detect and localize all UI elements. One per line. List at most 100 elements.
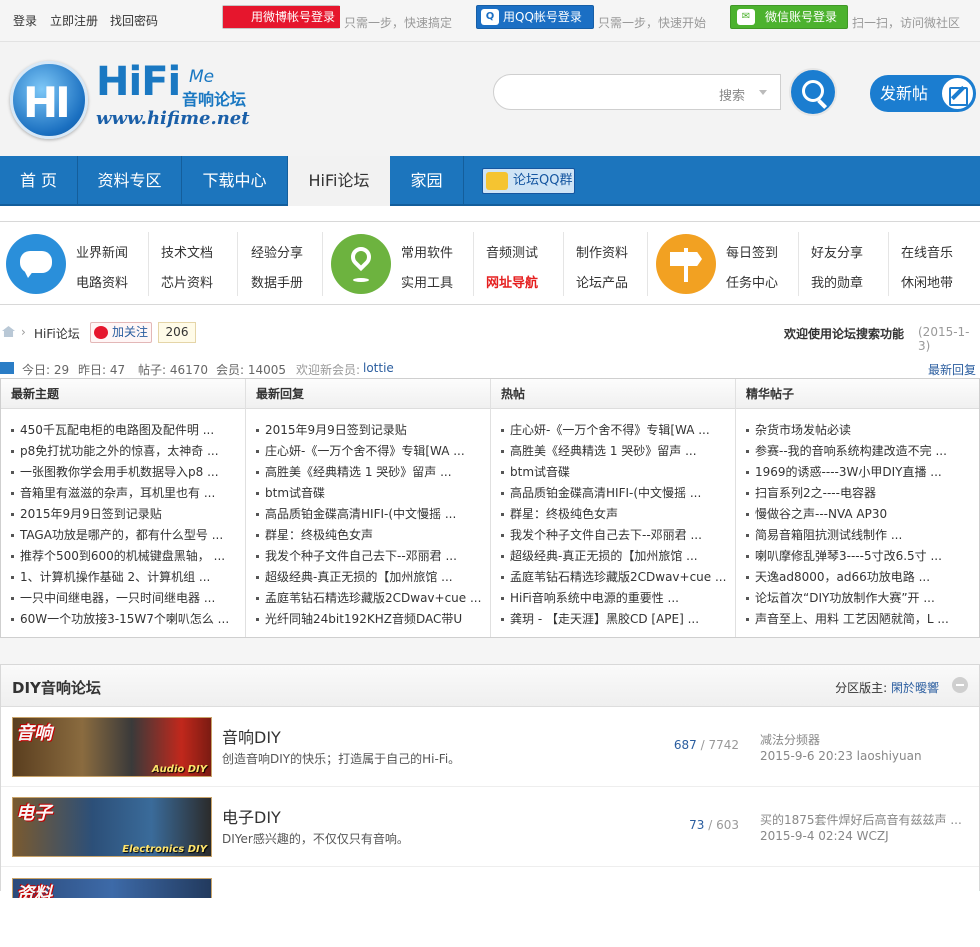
list-item[interactable]: 喇叭摩修乱弹琴3----5寸改6.5寸 ...	[746, 547, 974, 564]
list-item[interactable]: 参赛--我的音响系统构建改造不完 ...	[746, 442, 974, 459]
quick-link-audio-test[interactable]: 音频测试	[486, 242, 538, 261]
list-item[interactable]: 孟庭苇钻石精选珍藏版2CDwav+cue ...	[501, 568, 729, 585]
forum-name[interactable]: 音响DIY	[222, 724, 281, 748]
latest-replies-link[interactable]: 最新回复	[928, 361, 976, 378]
quick-link-datasheets[interactable]: 数据手册	[251, 272, 303, 291]
forum-thumbnail[interactable]: 电子 Electronics DIY	[12, 797, 212, 857]
list-item[interactable]: 杂货市场发帖必读	[746, 421, 974, 438]
login-link[interactable]: 登录	[13, 12, 37, 29]
list-item[interactable]: 论坛首次“DIY功放制作大赛”开 ...	[746, 589, 974, 606]
list-item[interactable]: 天逸ad8000，ad66功放电路 ...	[746, 568, 974, 585]
home-icon[interactable]	[2, 326, 15, 337]
quick-link-leisure[interactable]: 休闲地带	[901, 272, 953, 291]
quick-link-tools[interactable]: 实用工具	[401, 272, 453, 291]
list-item[interactable]: 1、计算机操作基础 2、计算机组 ...	[11, 568, 239, 585]
announcement-link[interactable]: 欢迎使用论坛搜索功能	[784, 325, 904, 342]
weibo-login-button[interactable]: 用微博帐号登录	[222, 5, 340, 29]
nav-home[interactable]: 首 页	[0, 156, 78, 206]
chevron-down-icon[interactable]	[759, 90, 767, 95]
forum-thumbnail[interactable]: 音响 Audio DIY	[12, 717, 212, 777]
forum-thumbnail[interactable]: 资料	[12, 878, 212, 898]
stat-posts: 帖子: 46170	[138, 363, 209, 377]
post-count: 7742	[708, 738, 739, 752]
nav-resources[interactable]: 资料专区	[78, 156, 182, 206]
list-item[interactable]: p8免打扰功能之外的惊喜，太神奇 ...	[11, 442, 239, 459]
column-header: 热帖	[491, 379, 735, 409]
list-item[interactable]: 慢做谷之声---NVA AP30	[746, 505, 974, 522]
list-item[interactable]: 我发个种子文件自己去下--邓丽君 ...	[256, 547, 484, 564]
quick-link-experience[interactable]: 经验分享	[251, 242, 303, 261]
list-item[interactable]: 超级经典-真正无损的【加州旅馆 ...	[501, 547, 729, 564]
nav-downloads[interactable]: 下载中心	[182, 156, 288, 206]
qq-login-button[interactable]: Q 用QQ帐号登录	[476, 5, 594, 29]
thread-count: 73	[689, 818, 705, 832]
list-item[interactable]: 高品质铂金碟高清HIFI-(中文慢摇 ...	[256, 505, 484, 522]
list-item[interactable]: 高胜美《经典精选 1 哭砂》留声 ...	[256, 463, 484, 480]
new-post-button[interactable]: 发新帖	[870, 75, 976, 112]
list-item[interactable]: 高品质铂金碟高清HIFI-(中文慢摇 ...	[501, 484, 729, 501]
quick-link-industry-news[interactable]: 业界新闻	[76, 242, 128, 261]
moderator-name[interactable]: 閑於曖響	[891, 681, 939, 695]
list-item[interactable]: 扫盲系列2之----电容器	[746, 484, 974, 501]
list-item[interactable]: 音箱里有滋滋的杂声，耳机里也有 ...	[11, 484, 239, 501]
list-item[interactable]: 庄心妍-《一万个舍不得》专辑[WA ...	[501, 421, 729, 438]
quick-link-circuits[interactable]: 电路资料	[76, 272, 128, 291]
collapse-icon[interactable]	[952, 677, 968, 693]
recover-password-link[interactable]: 找回密码	[110, 12, 158, 29]
list-item[interactable]: 超级经典-真正无损的【加州旅馆 ...	[256, 568, 484, 585]
quick-link-products[interactable]: 论坛产品	[576, 272, 628, 291]
search-input[interactable]: 搜索	[493, 74, 781, 110]
list-item[interactable]: 1969的诱惑----3W小甲DIY直播 ...	[746, 463, 974, 480]
list-item[interactable]: HiFi音响系统中电源的重要性 ...	[501, 589, 729, 606]
list-item[interactable]: 简易音箱阻抗测试线制作 ...	[746, 526, 974, 543]
quick-link-friends[interactable]: 好友分享	[811, 242, 863, 261]
list-item[interactable]: 光纤同轴24bit192KHZ音频DAC带U	[256, 610, 484, 627]
section-title[interactable]: DIY音响论坛	[12, 677, 101, 698]
quick-link-tasks[interactable]: 任务中心	[726, 272, 778, 291]
quick-link-medals[interactable]: 我的勋章	[811, 272, 863, 291]
list-item[interactable]: 高胜美《经典精选 1 哭砂》留声 ...	[501, 442, 729, 459]
list-item[interactable]: TAGA功放是哪产的，都有什么型号 ...	[11, 526, 239, 543]
qq-group-button[interactable]: 论坛QQ群	[482, 168, 575, 194]
follower-count: 206	[158, 322, 196, 343]
list-item[interactable]: btm试音碟	[256, 484, 484, 501]
list-item[interactable]: 群星：终极纯色女声	[256, 526, 484, 543]
register-link[interactable]: 立即注册	[50, 12, 98, 29]
quick-link-checkin[interactable]: 每日签到	[726, 242, 778, 261]
quick-link-build-docs[interactable]: 制作资料	[576, 242, 628, 261]
quick-link-music[interactable]: 在线音乐	[901, 242, 953, 261]
list-item[interactable]: 庄心妍-《一万个舍不得》专辑[WA ...	[256, 442, 484, 459]
last-post-title[interactable]: 买的1875套件焊好后高音有兹兹声 ...	[760, 811, 970, 828]
stat-newmember[interactable]: lottie	[363, 361, 394, 375]
top-bar: 登录 立即注册 找回密码 用微博帐号登录 只需一步，快速搞定 Q 用QQ帐号登录…	[0, 0, 980, 42]
list-item[interactable]: 龚玥 - 【走天涯】黑胶CD [APE] ...	[501, 610, 729, 627]
quick-link-chips[interactable]: 芯片资料	[161, 272, 213, 291]
nav-hifi-forum[interactable]: HiFi论坛	[288, 156, 390, 206]
quick-link-tech-docs[interactable]: 技术文档	[161, 242, 213, 261]
breadcrumb-forum[interactable]: HiFi论坛	[34, 325, 80, 342]
quick-link-url-nav[interactable]: 网址导航	[486, 272, 538, 291]
follow-button[interactable]: 加关注	[90, 322, 152, 343]
wechat-login-button[interactable]: ✉ 微信账号登录	[730, 5, 848, 29]
list-item[interactable]: 我发个种子文件自己去下--邓丽君 ...	[501, 526, 729, 543]
forum-name[interactable]: 电子DIY	[222, 804, 281, 828]
list-item[interactable]: 一只中间继电器，一只时间继电器 ...	[11, 589, 239, 606]
thumb-title: 音响	[16, 723, 52, 744]
nav-home-space[interactable]: 家园	[390, 156, 464, 206]
list-item[interactable]: 群星：终极纯色女声	[501, 505, 729, 522]
list-item[interactable]: btm试音碟	[501, 463, 729, 480]
search-scope-label[interactable]: 搜索	[719, 85, 745, 104]
list-item[interactable]: 一张图教你学会用手机数据导入p8 ...	[11, 463, 239, 480]
list-item[interactable]: 孟庭苇钻石精选珍藏版2CDwav+cue ...	[256, 589, 484, 606]
list-item[interactable]: 2015年9月9日签到记录贴	[256, 421, 484, 438]
list-item[interactable]: 450千瓦配电柜的电路图及配件明 ...	[11, 421, 239, 438]
quick-link-software[interactable]: 常用软件	[401, 242, 453, 261]
list-item[interactable]: 2015年9月9日签到记录贴	[11, 505, 239, 522]
last-post-title[interactable]: 减法分频器	[760, 731, 970, 748]
list-item[interactable]: 推荐个500到600的机械键盘黑轴， ...	[11, 547, 239, 564]
search-button[interactable]	[789, 68, 837, 116]
qq-group-icon	[486, 172, 508, 190]
list-item[interactable]: 60W一个功放接3-15W7个喇叭怎么 ...	[11, 610, 239, 627]
list-item[interactable]: 声音至上、用料 工艺因陋就简，L ...	[746, 610, 974, 627]
logo-badge[interactable]: HI	[10, 61, 88, 139]
